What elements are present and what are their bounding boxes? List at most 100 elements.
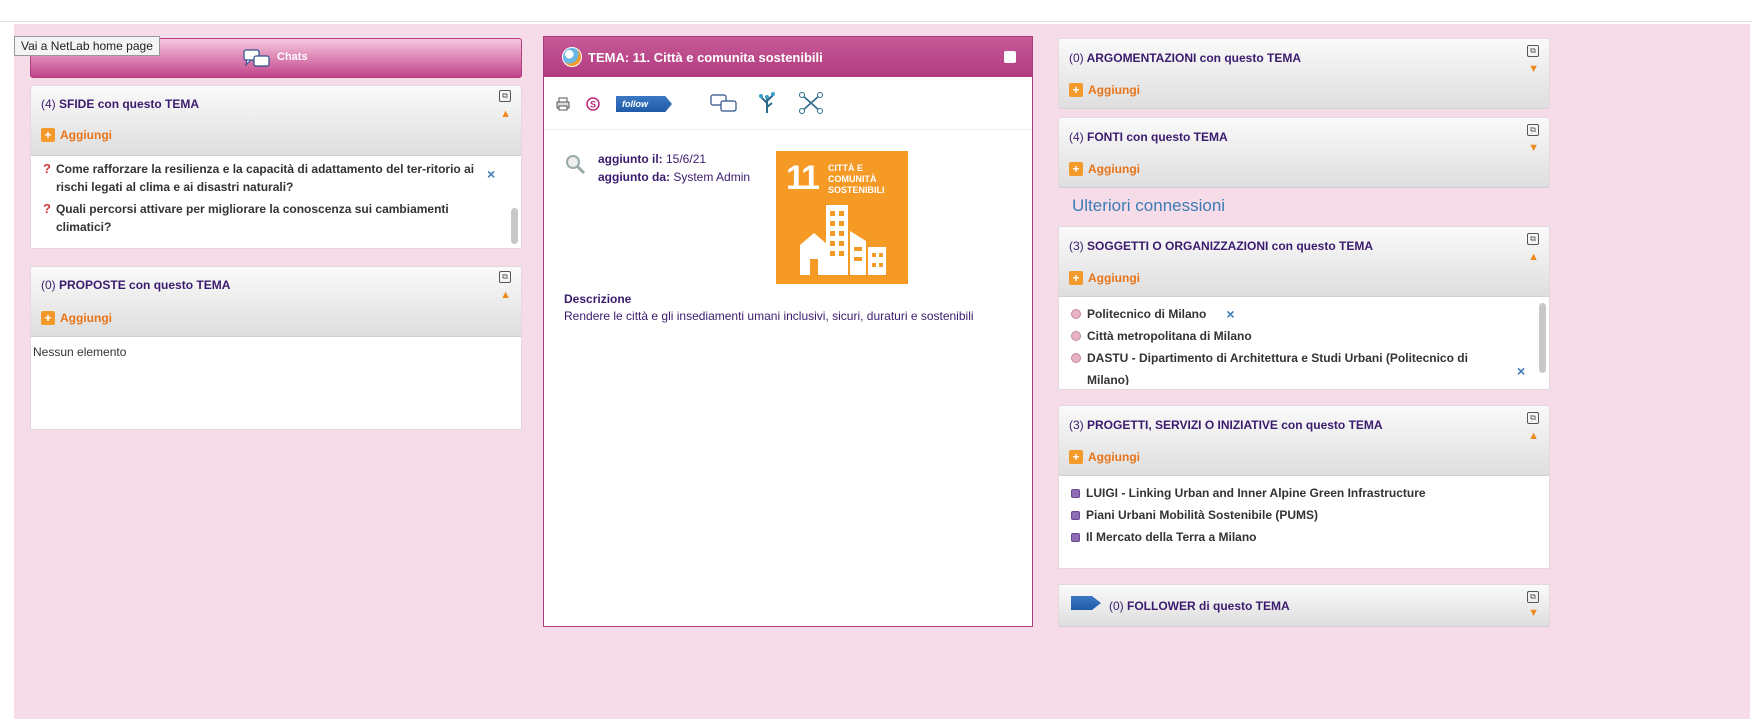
organization-icon (1071, 353, 1081, 363)
argomentazioni-title: ARGOMENTAZIONI con questo TEMA (1086, 51, 1301, 65)
follow-button[interactable]: follow (616, 96, 672, 112)
fonti-header: (4) FONTI con questo TEMA ⧉ ▼ + Aggiungi (1059, 118, 1549, 188)
fonti-panel: (4) FONTI con questo TEMA ⧉ ▼ + Aggiungi (1058, 117, 1550, 188)
progetti-panel: (3) PROGETTI, SERVIZI O INIZIATIVE con q… (1058, 405, 1550, 569)
list-item[interactable]: Politecnico di Milano × (1071, 303, 1501, 325)
expand-icon[interactable]: ⧉ (1527, 591, 1539, 603)
argomentazioni-header: (0) ARGOMENTAZIONI con questo TEMA ⧉ ▼ +… (1059, 39, 1549, 109)
scrollbar[interactable] (1539, 303, 1546, 373)
list-item-text: Quali percorsi attivare per migliorare l… (55, 202, 449, 234)
follow-arrow-icon (1071, 596, 1101, 610)
progetti-header: (3) PROGETTI, SERVIZI O INIZIATIVE con q… (1059, 406, 1549, 476)
added-by-value: System Admin (673, 170, 751, 184)
proposte-panel: (0) PROPOSTE con questo TEMA ⧉ ▲ + Aggiun… (30, 266, 522, 430)
list-item[interactable]: Il Mercato della Terra a Milano (1071, 526, 1531, 548)
expand-icon[interactable]: ⧉ (499, 90, 511, 102)
remove-icon[interactable]: × (487, 166, 495, 182)
plus-icon: + (1069, 450, 1083, 464)
plus-icon: + (41, 128, 55, 142)
expand-icon[interactable]: ⧉ (1527, 412, 1539, 424)
list-item[interactable]: Piani Urbani Mobilità Sostenibile (PUMS) (1071, 504, 1531, 526)
collapse-arrow-icon[interactable]: ▲ (500, 108, 511, 120)
project-icon (1071, 532, 1080, 542)
remove-icon[interactable]: × (1517, 363, 1525, 379)
section-title: Ulteriori connessioni (1072, 196, 1226, 215)
fonti-add-button[interactable]: + Aggiungi (1069, 162, 1140, 176)
proposte-add-button[interactable]: + Aggiungi (41, 311, 112, 325)
expand-icon[interactable]: ⧉ (1527, 233, 1539, 245)
progetti-title: PROGETTI, SERVIZI O INIZIATIVE con quest… (1087, 418, 1383, 432)
list-item[interactable]: Città metropolitana di Milano (1071, 325, 1501, 347)
plus-icon: + (41, 311, 55, 325)
added-on: aggiunto il: 15/6/21 (598, 152, 706, 166)
follower-panel: (0) FOLLOWER di questo TEMA ⧉ ▼ (1058, 584, 1550, 627)
organization-icon (1071, 309, 1081, 319)
sdg-goal-image: 11 CITTÀ E COMUNITÀ SOSTENIBILI (776, 151, 908, 284)
argomentazioni-add-button[interactable]: + Aggiungi (1069, 83, 1140, 97)
magnifier-icon (566, 155, 586, 175)
list-item[interactable]: ? Come rafforzare la resilienza e la capa… (43, 160, 483, 196)
progetti-list: LUIGI - Linking Urban and Inner Alpine G… (1071, 482, 1531, 548)
network-icon[interactable] (798, 91, 824, 115)
follower-title: FOLLOWER di questo TEMA (1127, 599, 1290, 613)
top-bar (0, 0, 1752, 22)
city-buildings-icon (800, 205, 886, 275)
soggetti-title: SOGGETTI O ORGANIZZAZIONI con questo TEM… (1087, 239, 1374, 253)
list-item-text: Il Mercato della Terra a Milano (1086, 530, 1257, 544)
argomentazioni-add-label: Aggiungi (1088, 83, 1140, 97)
list-item-text: Città metropolitana di Milano (1087, 329, 1252, 343)
collapse-arrow-icon[interactable]: ▲ (1528, 251, 1539, 263)
list-item[interactable]: ? Quali percorsi attivare per migliorare … (43, 200, 483, 236)
sdg-text-line2: SOSTENIBILI (828, 185, 885, 195)
chat-bubbles-icon[interactable] (710, 94, 738, 114)
list-item[interactable]: DASTU - Dipartimento di Architettura e S… (1071, 347, 1501, 385)
tree-icon[interactable] (756, 91, 778, 115)
sfide-panel: (4) SFIDE con questo TEMA ⧉ ▲ + Aggiungi … (30, 85, 522, 249)
collapse-arrow-icon[interactable]: ▲ (1528, 430, 1539, 442)
skype-icon[interactable]: S (586, 97, 600, 111)
added-by: aggiunto da: System Admin (598, 170, 750, 184)
list-item-text: Piani Urbani Mobilità Sostenibile (PUMS) (1086, 508, 1319, 522)
collapse-arrow-icon[interactable]: ▲ (500, 289, 511, 301)
question-icon: ? (43, 161, 51, 176)
svg-text:S: S (590, 100, 596, 110)
list-item-text: Politecnico di Milano (1087, 307, 1207, 321)
fonti-add-label: Aggiungi (1088, 162, 1140, 176)
sdg-text-line1: CITTÀ E COMUNITÀ (828, 163, 877, 184)
description-label: Descrizione (564, 292, 632, 306)
soggetti-header: (3) SOGGETTI O ORGANIZZAZIONI con questo… (1059, 227, 1549, 297)
list-item[interactable]: LUIGI - Linking Urban and Inner Alpine G… (1071, 482, 1531, 504)
sfide-add-label: Aggiungi (60, 128, 112, 142)
chats-label: Chats (277, 51, 308, 63)
empty-message: Nessun elemento (33, 345, 127, 359)
expand-arrow-icon[interactable]: ▼ (1528, 142, 1539, 154)
sfide-add-button[interactable]: + Aggiungi (41, 128, 112, 142)
proposte-title: PROPOSTE con questo TEMA (59, 278, 231, 292)
soggetti-count: (3) (1069, 239, 1084, 253)
expand-icon[interactable] (1004, 51, 1016, 63)
expand-arrow-icon[interactable]: ▼ (1528, 63, 1539, 75)
soggetti-panel: (3) SOGGETTI O ORGANIZZAZIONI con questo… (1058, 226, 1550, 390)
project-icon (1071, 510, 1080, 520)
sfide-title: SFIDE con questo TEMA (59, 97, 200, 111)
progetti-add-button[interactable]: + Aggiungi (1069, 450, 1140, 464)
progetti-count: (3) (1069, 418, 1084, 432)
list-item-text: LUIGI - Linking Urban and Inner Alpine G… (1086, 486, 1426, 500)
soggetti-add-button[interactable]: + Aggiungi (1069, 271, 1140, 285)
organization-icon (1071, 331, 1081, 341)
project-icon (1071, 488, 1080, 498)
follower-count: (0) (1109, 599, 1124, 613)
expand-icon[interactable]: ⧉ (499, 271, 511, 283)
sdg-number: 11 (786, 159, 820, 197)
expand-icon[interactable]: ⧉ (1527, 45, 1539, 57)
list-item-text: DASTU - Dipartimento di Architettura e S… (1087, 351, 1468, 385)
remove-icon[interactable]: × (1226, 303, 1234, 325)
follower-header: (0) FOLLOWER di questo TEMA ⧉ ▼ (1059, 585, 1549, 627)
scrollbar[interactable] (511, 208, 518, 244)
fonti-count: (4) (1069, 130, 1084, 144)
expand-arrow-icon[interactable]: ▼ (1528, 607, 1539, 619)
print-icon[interactable] (556, 97, 570, 111)
expand-icon[interactable]: ⧉ (1527, 124, 1539, 136)
sfide-count: (4) (41, 97, 56, 111)
sfide-list: ? Come rafforzare la resilienza e la capa… (43, 160, 483, 236)
